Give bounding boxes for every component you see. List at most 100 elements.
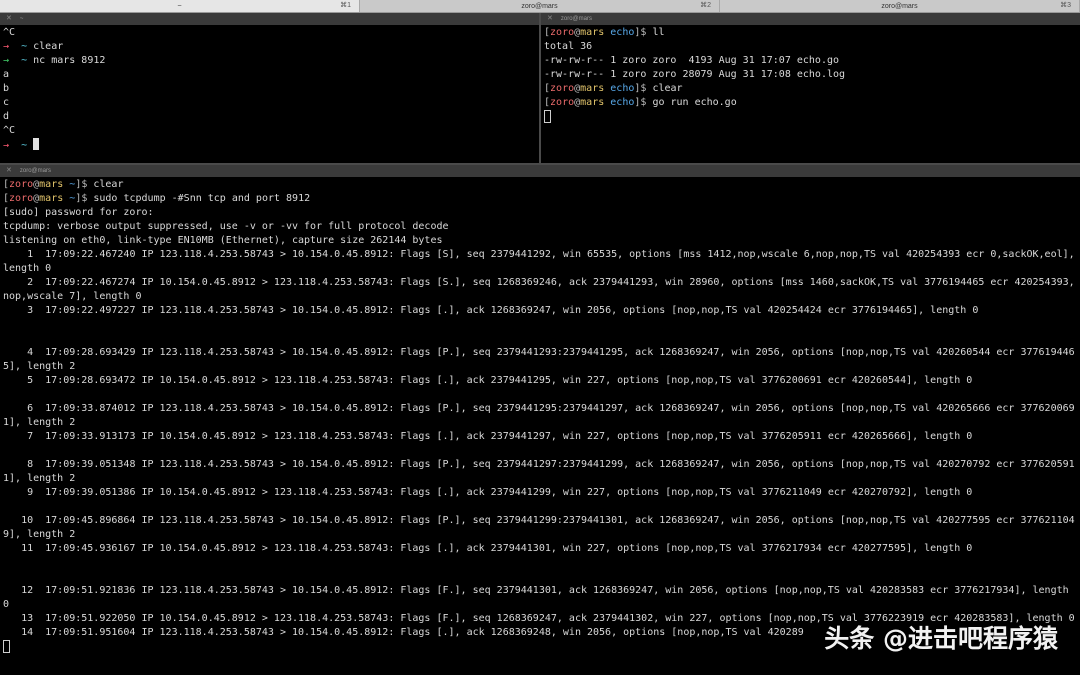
output-text: 14 17:09:51.951604 IP 123.118.4.253.5874…	[3, 627, 804, 638]
prompt-user: zoro	[550, 97, 575, 108]
prompt-host: mars	[580, 97, 605, 108]
cursor	[33, 138, 40, 150]
terminal-line: → ~	[3, 138, 536, 152]
output-text: a	[3, 69, 10, 80]
output-text: c	[3, 97, 10, 108]
prompt-user: zoro	[550, 83, 575, 94]
output-text: 6 17:09:33.874012 IP 123.118.4.253.58743…	[3, 403, 1075, 428]
prompt-suffix: ]$	[634, 83, 653, 94]
terminal-line: b	[3, 82, 536, 96]
prompt-user: zoro	[9, 193, 34, 204]
prompt-host: mars	[580, 83, 605, 94]
close-icon[interactable]: ✕	[547, 15, 553, 22]
prompt-host: mars	[39, 193, 64, 204]
prompt-suffix: ]$	[634, 27, 653, 38]
terminal-line: ^C	[3, 26, 536, 40]
tab-2[interactable]: zoro@mars ⌘2	[360, 0, 720, 12]
cursor	[544, 110, 551, 123]
terminal-line: a	[3, 68, 536, 82]
output-text: 1 17:09:22.467240 IP 123.118.4.253.58743…	[3, 249, 1075, 274]
output-text: ^C	[3, 27, 16, 38]
terminal-line: 9 17:09:39.051386 IP 10.154.0.45.8912 > …	[3, 486, 1077, 500]
terminal-line: total 36	[544, 40, 1077, 54]
command-text: ll	[652, 27, 665, 38]
prompt-host: mars	[580, 27, 605, 38]
output-text: 3 17:09:22.497227 IP 123.118.4.253.58743…	[3, 305, 979, 316]
pane-title-bottom: zoro@mars	[19, 168, 51, 174]
output-text: 8 17:09:39.051348 IP 123.118.4.253.58743…	[3, 459, 1075, 484]
tab-2-title: zoro@mars	[521, 2, 558, 10]
terminal-line: 1 17:09:22.467240 IP 123.118.4.253.58743…	[3, 248, 1077, 276]
output-text: 2 17:09:22.467274 IP 10.154.0.45.8912 > …	[3, 277, 1075, 302]
output-text: 9 17:09:39.051386 IP 10.154.0.45.8912 > …	[3, 487, 973, 498]
terminal-line: [zoro@mars echo]$ ll	[544, 26, 1077, 40]
pane-header-top-right: ✕ zoro@mars	[541, 13, 1080, 25]
terminal-line: → ~ clear	[3, 40, 536, 54]
output-text: 12 17:09:51.921836 IP 123.118.4.253.5874…	[3, 585, 1075, 610]
tab-bar: ~ ⌘1 zoro@mars ⌘2 zoro@mars ⌘3	[0, 0, 1080, 13]
pane-header-top-left: ✕ ~	[0, 13, 539, 25]
prompt-user: zoro	[550, 27, 575, 38]
output-text: 4 17:09:28.693429 IP 123.118.4.253.58743…	[3, 347, 1075, 372]
terminal-line: 6 17:09:33.874012 IP 123.118.4.253.58743…	[3, 402, 1077, 430]
command-text: clear	[93, 179, 124, 190]
tab-1-title: ~	[177, 2, 182, 10]
output-text: 5 17:09:28.693472 IP 10.154.0.45.8912 > …	[3, 375, 973, 386]
terminal-pane-top-right[interactable]: [zoro@mars echo]$ ll total 36 -rw-rw-r-- 1…	[544, 26, 1077, 163]
vertical-split-divider[interactable]	[539, 13, 541, 163]
output-text: 11 17:09:45.936167 IP 10.154.0.45.8912 >…	[3, 543, 973, 554]
watermark: 头条 @进击吧程序猿	[824, 619, 1058, 655]
tab-3-title: zoro@mars	[881, 2, 918, 10]
pane-header-bottom: ✕ zoro@mars	[0, 165, 1080, 177]
output-text: -rw-rw-r-- 1 zoro zoro 4193 Aug 31 17:07…	[544, 55, 840, 66]
command-text: go run echo.go	[652, 97, 737, 108]
terminal-line: 11 17:09:45.936167 IP 10.154.0.45.8912 >…	[3, 542, 1077, 556]
command-text: clear	[33, 41, 64, 52]
close-icon[interactable]: ✕	[6, 167, 12, 174]
terminal-line: ^C	[3, 124, 536, 138]
cursor	[3, 640, 10, 653]
tab-3-shortcut: ⌘3	[1060, 2, 1071, 9]
prompt-host: mars	[39, 179, 64, 190]
command-text: clear	[652, 83, 683, 94]
terminal-line: 8 17:09:39.051348 IP 123.118.4.253.58743…	[3, 458, 1077, 486]
tab-2-shortcut: ⌘2	[700, 2, 711, 9]
terminal-line: [zoro@mars echo]$ go run echo.go	[544, 96, 1077, 110]
terminal-line: 12 17:09:51.921836 IP 123.118.4.253.5874…	[3, 584, 1077, 612]
terminal-line: listening on eth0, link-type EN10MB (Eth…	[3, 234, 1077, 248]
output-text: listening on eth0, link-type EN10MB (Eth…	[3, 235, 443, 246]
tab-1-shortcut: ⌘1	[340, 2, 351, 9]
terminal-line: 7 17:09:33.913173 IP 10.154.0.45.8912 > …	[3, 430, 1077, 444]
terminal-line: tcpdump: verbose output suppressed, use …	[3, 220, 1077, 234]
tab-3[interactable]: zoro@mars ⌘3	[720, 0, 1080, 12]
command-text: sudo tcpdump -#Snn tcp and port 8912	[93, 193, 311, 204]
terminal-pane-bottom[interactable]: [zoro@mars ~]$ clear [zoro@mars ~]$ sudo …	[3, 178, 1077, 675]
horizontal-split-divider[interactable]	[0, 163, 1080, 165]
command-text: nc mars 8912	[33, 55, 106, 66]
output-text: 7 17:09:33.913173 IP 10.154.0.45.8912 > …	[3, 431, 973, 442]
terminal-line: [zoro@mars echo]$ clear	[544, 82, 1077, 96]
terminal-line: 2 17:09:22.467274 IP 10.154.0.45.8912 > …	[3, 276, 1077, 304]
close-icon[interactable]: ✕	[6, 15, 12, 22]
terminal-line: c	[3, 96, 536, 110]
prompt-suffix: ]$	[75, 193, 94, 204]
prompt-dir: echo	[610, 27, 635, 38]
prompt-user: zoro	[9, 179, 34, 190]
prompt-dir: echo	[610, 83, 635, 94]
output-text: 10 17:09:45.896864 IP 123.118.4.253.5874…	[3, 515, 1075, 540]
terminal-line	[544, 110, 1077, 124]
terminal-pane-top-left[interactable]: ^C → ~ clear → ~ nc mars 8912 a b c d ^C → ~	[3, 26, 536, 163]
terminal-line: 5 17:09:28.693472 IP 10.154.0.45.8912 > …	[3, 374, 1077, 388]
terminal-line: 3 17:09:22.497227 IP 123.118.4.253.58743…	[3, 304, 1077, 318]
tab-1[interactable]: ~ ⌘1	[0, 0, 360, 12]
